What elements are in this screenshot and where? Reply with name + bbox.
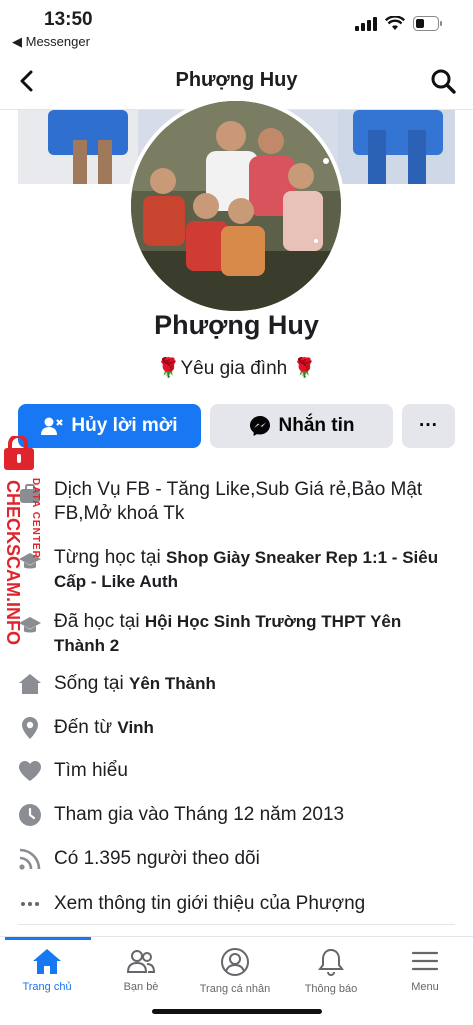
info-prefix: Đến từ: [54, 717, 118, 738]
info-row-relationship: Tìm hiểu: [0, 759, 473, 789]
active-tab-indicator: [5, 937, 91, 940]
tab-label: Thông báo: [304, 983, 358, 995]
tab-home[interactable]: Trang chủ: [0, 947, 94, 993]
watermark-line2: CHECKSCAM.INFO: [3, 480, 23, 645]
home-icon: [19, 674, 41, 694]
profile-avatar[interactable]: [127, 97, 345, 315]
info-text-work: Dịch Vụ FB - Tăng Like,Sub Giá rẻ,Bảo Mậ…: [54, 479, 423, 524]
tab-notifications[interactable]: Thông báo: [284, 947, 378, 995]
more-dots-icon: [21, 902, 39, 906]
cancel-request-label: Hủy lời mời: [71, 415, 178, 436]
person-cancel-icon: [41, 417, 64, 435]
friends-icon: [126, 950, 156, 973]
info-prefix: Sống tại: [54, 673, 129, 694]
info-row-joined: Tham gia vào Tháng 12 năm 2013: [0, 803, 473, 833]
info-text-followers: Có 1.395 người theo dõi: [54, 848, 260, 869]
status-bar: 13:50 ◀ Messenger: [0, 0, 473, 55]
info-row-studied-2[interactable]: Đã học tại Hội Học Sinh Trường THPT Yên …: [0, 610, 473, 662]
tab-label: Menu: [411, 981, 439, 993]
info-row-from[interactable]: Đến từ Vinh: [0, 716, 473, 746]
tab-profile[interactable]: Trang cá nhân: [188, 947, 282, 995]
info-text-studied-2: Đã học tại Hội Học Sinh Trường THPT Yên …: [54, 610, 455, 658]
watermark-graphic: DATA CENTER CHECKSCAM.INFO: [3, 434, 41, 645]
section-divider: [18, 924, 455, 925]
message-label: Nhắn tin: [278, 415, 355, 436]
clock-icon: [19, 804, 41, 826]
watermark-line1: DATA CENTER: [30, 478, 41, 559]
see-about-link[interactable]: Xem thông tin giới thiệu của Phượng: [54, 892, 455, 916]
header-title: Phượng Huy: [175, 69, 298, 91]
status-icons: [355, 16, 443, 31]
info-text-studied-1: Từng học tại Shop Giày Sneaker Rep 1:1 -…: [54, 546, 455, 594]
status-time: 13:50: [44, 9, 93, 30]
message-button[interactable]: Nhắn tin: [210, 404, 393, 448]
battery-icon: [413, 16, 442, 31]
info-place-link[interactable]: Vinh: [117, 718, 154, 737]
info-text-joined: Tham gia vào Tháng 12 năm 2013: [54, 804, 345, 825]
messenger-icon: [249, 416, 270, 436]
signal-icon: [355, 16, 377, 31]
tab-friends[interactable]: Bạn bè: [94, 947, 188, 993]
profile-bio: 🌹Yêu gia đình 🌹: [156, 358, 317, 379]
info-row-lives-in[interactable]: Sống tại Yên Thành: [0, 672, 473, 702]
profile-name: Phượng Huy: [154, 310, 319, 340]
home-indicator: [152, 1009, 322, 1014]
info-place-link[interactable]: Yên Thành: [129, 674, 216, 693]
menu-icon: [411, 951, 439, 971]
search-icon[interactable]: [429, 67, 457, 95]
tab-label: Trang cá nhân: [199, 983, 271, 995]
back-to-messenger-link[interactable]: ◀ Messenger: [12, 34, 90, 50]
info-row-followers[interactable]: Có 1.395 người theo dõi: [0, 847, 473, 877]
tab-label: Bạn bè: [123, 981, 159, 993]
rss-icon: [19, 848, 41, 870]
heart-icon: [19, 761, 41, 781]
checkscam-watermark: DATA CENTER CHECKSCAM.INFO: [2, 434, 48, 666]
tab-label: Trang chủ: [22, 981, 72, 993]
info-row-studied-1[interactable]: Từng học tại Shop Giày Sneaker Rep 1:1 -…: [0, 546, 473, 598]
info-text-lives-in: Sống tại Yên Thành: [54, 672, 455, 696]
info-text-from: Đến từ Vinh: [54, 716, 455, 740]
home-icon: [33, 949, 61, 974]
info-row-see-about[interactable]: Xem thông tin giới thiệu của Phượng: [0, 892, 473, 922]
info-prefix: Từng học tại: [54, 547, 166, 568]
location-pin-icon: [22, 717, 38, 739]
tab-menu[interactable]: Menu: [378, 947, 472, 993]
profile-icon: [221, 948, 249, 976]
bell-icon: [318, 948, 344, 976]
more-options-button[interactable]: ···: [402, 404, 455, 448]
wifi-icon: [385, 16, 405, 30]
avatar-photo: [131, 101, 341, 311]
info-prefix: Đã học tại: [54, 611, 145, 632]
info-text-relationship: Tìm hiểu: [54, 760, 128, 781]
more-dots-icon: ···: [419, 415, 438, 436]
info-row-work: Dịch Vụ FB - Tăng Like,Sub Giá rẻ,Bảo Mậ…: [0, 478, 473, 530]
